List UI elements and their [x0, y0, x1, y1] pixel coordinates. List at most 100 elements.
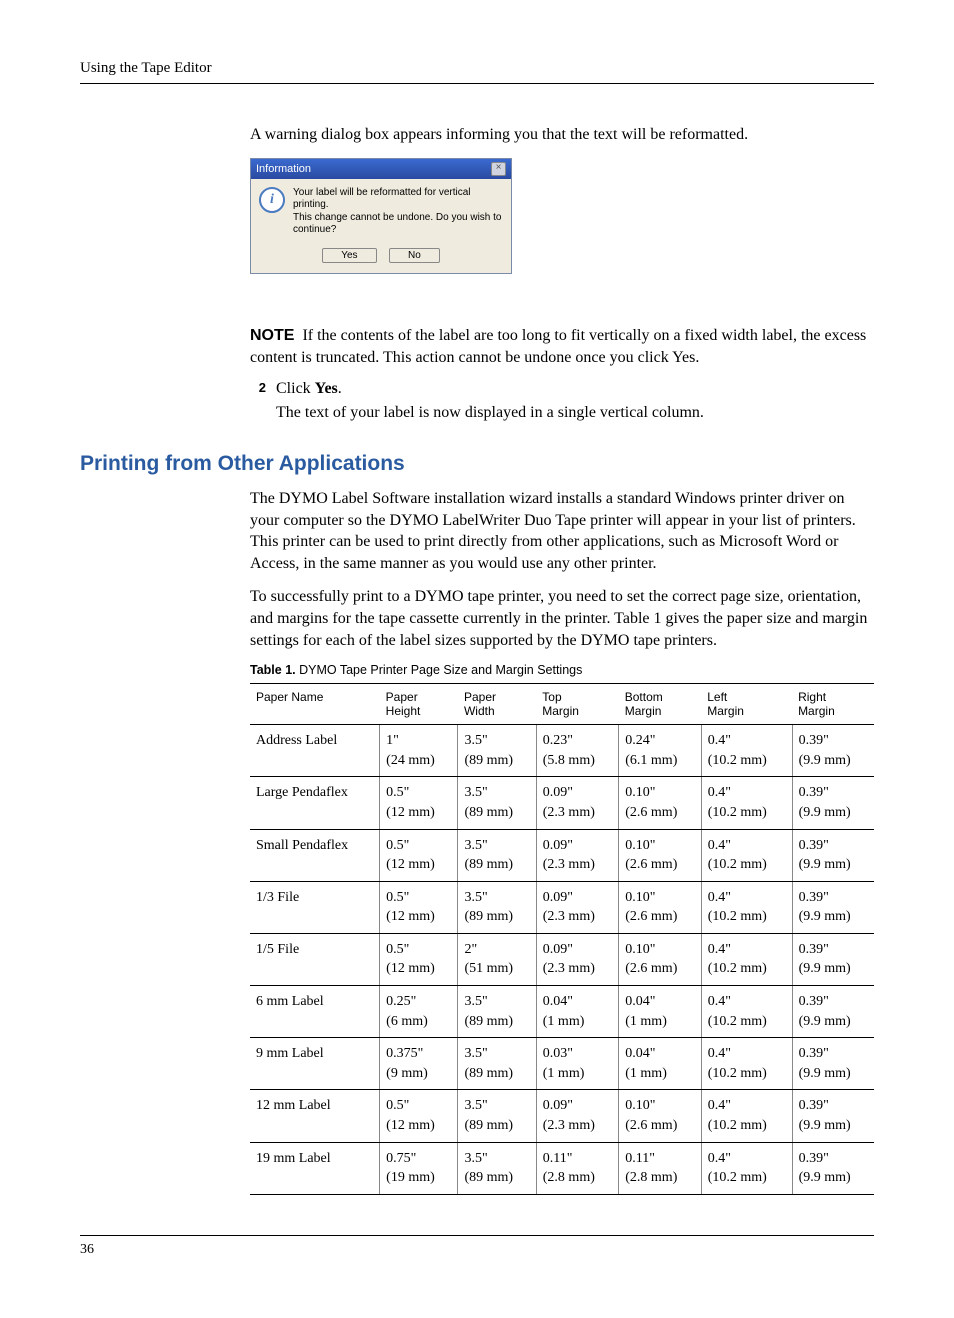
- yes-button[interactable]: Yes: [322, 248, 376, 263]
- table-cell: 0.23"(5.8 mm): [536, 725, 618, 777]
- table-cell: 3.5"(89 mm): [458, 1038, 536, 1090]
- table-cell: 0.39"(9.9 mm): [792, 725, 874, 777]
- table-cell: Large Pendaflex: [250, 777, 380, 829]
- table-cell: 0.5"(12 mm): [380, 933, 458, 985]
- column-header: TopMargin: [536, 684, 618, 725]
- dialog-message: Your label will be reformatted for verti…: [293, 187, 503, 237]
- note-paragraph: NOTE If the contents of the label are to…: [250, 325, 874, 368]
- table-cell: 0.10"(2.6 mm): [619, 829, 701, 881]
- table-header-row: Paper NamePaperHeightPaperWidthTopMargin…: [250, 684, 874, 725]
- table-cell: 0.39"(9.9 mm): [792, 933, 874, 985]
- column-header: PaperWidth: [458, 684, 536, 725]
- table-cell: 0.39"(9.9 mm): [792, 881, 874, 933]
- column-header: PaperHeight: [380, 684, 458, 725]
- table-cell: Address Label: [250, 725, 380, 777]
- table-cell: 0.4"(10.2 mm): [701, 1142, 792, 1194]
- paper-settings-table: Paper NamePaperHeightPaperWidthTopMargin…: [250, 683, 874, 1195]
- dialog-title: Information: [256, 163, 311, 175]
- table-cell: 0.5"(12 mm): [380, 777, 458, 829]
- table-cell: 0.39"(9.9 mm): [792, 1038, 874, 1090]
- table-cell: 0.09"(2.3 mm): [536, 777, 618, 829]
- table-cell: 0.09"(2.3 mm): [536, 881, 618, 933]
- table-cell: 0.09"(2.3 mm): [536, 1090, 618, 1142]
- table-row: Large Pendaflex0.5"(12 mm)3.5"(89 mm)0.0…: [250, 777, 874, 829]
- dialog-titlebar: Information ×: [251, 159, 511, 179]
- table-cell: 12 mm Label: [250, 1090, 380, 1142]
- table-cell: 0.10"(2.6 mm): [619, 933, 701, 985]
- table-cell: 0.11"(2.8 mm): [536, 1142, 618, 1194]
- table-cell: 3.5"(89 mm): [458, 829, 536, 881]
- table-cell: 0.4"(10.2 mm): [701, 881, 792, 933]
- note-label: NOTE: [250, 327, 294, 344]
- step-2: 2 Click Yes.: [250, 380, 874, 398]
- table-row: 1/3 File0.5"(12 mm)3.5"(89 mm)0.09"(2.3 …: [250, 881, 874, 933]
- table-cell: 0.24"(6.1 mm): [619, 725, 701, 777]
- table-cell: 0.10"(2.6 mm): [619, 881, 701, 933]
- table-cell: 3.5"(89 mm): [458, 1142, 536, 1194]
- table-cell: 0.25"(6 mm): [380, 986, 458, 1038]
- close-icon[interactable]: ×: [491, 162, 506, 176]
- paragraph-2: To successfully print to a DYMO tape pri…: [250, 586, 874, 651]
- table-cell: 9 mm Label: [250, 1038, 380, 1090]
- table-cell: 0.39"(9.9 mm): [792, 986, 874, 1038]
- table-cell: 0.04"(1 mm): [619, 986, 701, 1038]
- table-row: Small Pendaflex0.5"(12 mm)3.5"(89 mm)0.0…: [250, 829, 874, 881]
- table-row: 6 mm Label0.25"(6 mm)3.5"(89 mm)0.04"(1 …: [250, 986, 874, 1038]
- table-cell: 3.5"(89 mm): [458, 1090, 536, 1142]
- table-cell: 1"(24 mm): [380, 725, 458, 777]
- column-header: BottomMargin: [619, 684, 701, 725]
- step-number: 2: [250, 380, 266, 398]
- table-cell: 0.39"(9.9 mm): [792, 829, 874, 881]
- intro-paragraph: A warning dialog box appears informing y…: [250, 124, 874, 146]
- table-cell: 0.5"(12 mm): [380, 1090, 458, 1142]
- table-cell: 3.5"(89 mm): [458, 777, 536, 829]
- table-cell: 1/5 File: [250, 933, 380, 985]
- table-cell: 0.10"(2.6 mm): [619, 1090, 701, 1142]
- column-header: RightMargin: [792, 684, 874, 725]
- note-text: If the contents of the label are too lon…: [250, 327, 866, 366]
- table-cell: 0.4"(10.2 mm): [701, 829, 792, 881]
- table-cell: 19 mm Label: [250, 1142, 380, 1194]
- running-header: Using the Tape Editor: [80, 60, 874, 77]
- table-cell: 0.04"(1 mm): [536, 986, 618, 1038]
- table-cell: Small Pendaflex: [250, 829, 380, 881]
- table-cell: 0.75"(19 mm): [380, 1142, 458, 1194]
- table-cell: 0.39"(9.9 mm): [792, 1142, 874, 1194]
- table-cell: 0.4"(10.2 mm): [701, 725, 792, 777]
- table-cell: 0.4"(10.2 mm): [701, 777, 792, 829]
- dialog-information: Information × i Your label will be refor…: [250, 158, 512, 274]
- table-cell: 0.39"(9.9 mm): [792, 1090, 874, 1142]
- no-button[interactable]: No: [389, 248, 440, 263]
- table-cell: 0.09"(2.3 mm): [536, 829, 618, 881]
- step-result: The text of your label is now displayed …: [276, 402, 874, 424]
- step-action: Click Yes.: [276, 380, 342, 398]
- table-row: Address Label1"(24 mm)3.5"(89 mm)0.23"(5…: [250, 725, 874, 777]
- table-cell: 0.39"(9.9 mm): [792, 777, 874, 829]
- paragraph-1: The DYMO Label Software installation wiz…: [250, 488, 874, 574]
- table-cell: 0.4"(10.2 mm): [701, 1038, 792, 1090]
- table-cell: 3.5"(89 mm): [458, 725, 536, 777]
- table-caption: Table 1. DYMO Tape Printer Page Size and…: [250, 663, 874, 677]
- column-header: Paper Name: [250, 684, 380, 725]
- table-cell: 0.4"(10.2 mm): [701, 933, 792, 985]
- table-cell: 2"(51 mm): [458, 933, 536, 985]
- table-cell: 3.5"(89 mm): [458, 986, 536, 1038]
- table-row: 12 mm Label0.5"(12 mm)3.5"(89 mm)0.09"(2…: [250, 1090, 874, 1142]
- table-cell: 0.09"(2.3 mm): [536, 933, 618, 985]
- table-cell: 0.375"(9 mm): [380, 1038, 458, 1090]
- column-header: LeftMargin: [701, 684, 792, 725]
- table-cell: 0.4"(10.2 mm): [701, 986, 792, 1038]
- table-cell: 0.4"(10.2 mm): [701, 1090, 792, 1142]
- table-cell: 3.5"(89 mm): [458, 881, 536, 933]
- section-heading: Printing from Other Applications: [80, 452, 874, 476]
- table-row: 19 mm Label0.75"(19 mm)3.5"(89 mm)0.11"(…: [250, 1142, 874, 1194]
- table-row: 1/5 File0.5"(12 mm)2"(51 mm)0.09"(2.3 mm…: [250, 933, 874, 985]
- page-number: 36: [80, 1242, 874, 1258]
- table-cell: 1/3 File: [250, 881, 380, 933]
- table-row: 9 mm Label0.375"(9 mm)3.5"(89 mm)0.03"(1…: [250, 1038, 874, 1090]
- info-icon: i: [259, 187, 285, 213]
- table-cell: 0.10"(2.6 mm): [619, 777, 701, 829]
- header-rule: [80, 83, 874, 84]
- table-cell: 6 mm Label: [250, 986, 380, 1038]
- table-cell: 0.03"(1 mm): [536, 1038, 618, 1090]
